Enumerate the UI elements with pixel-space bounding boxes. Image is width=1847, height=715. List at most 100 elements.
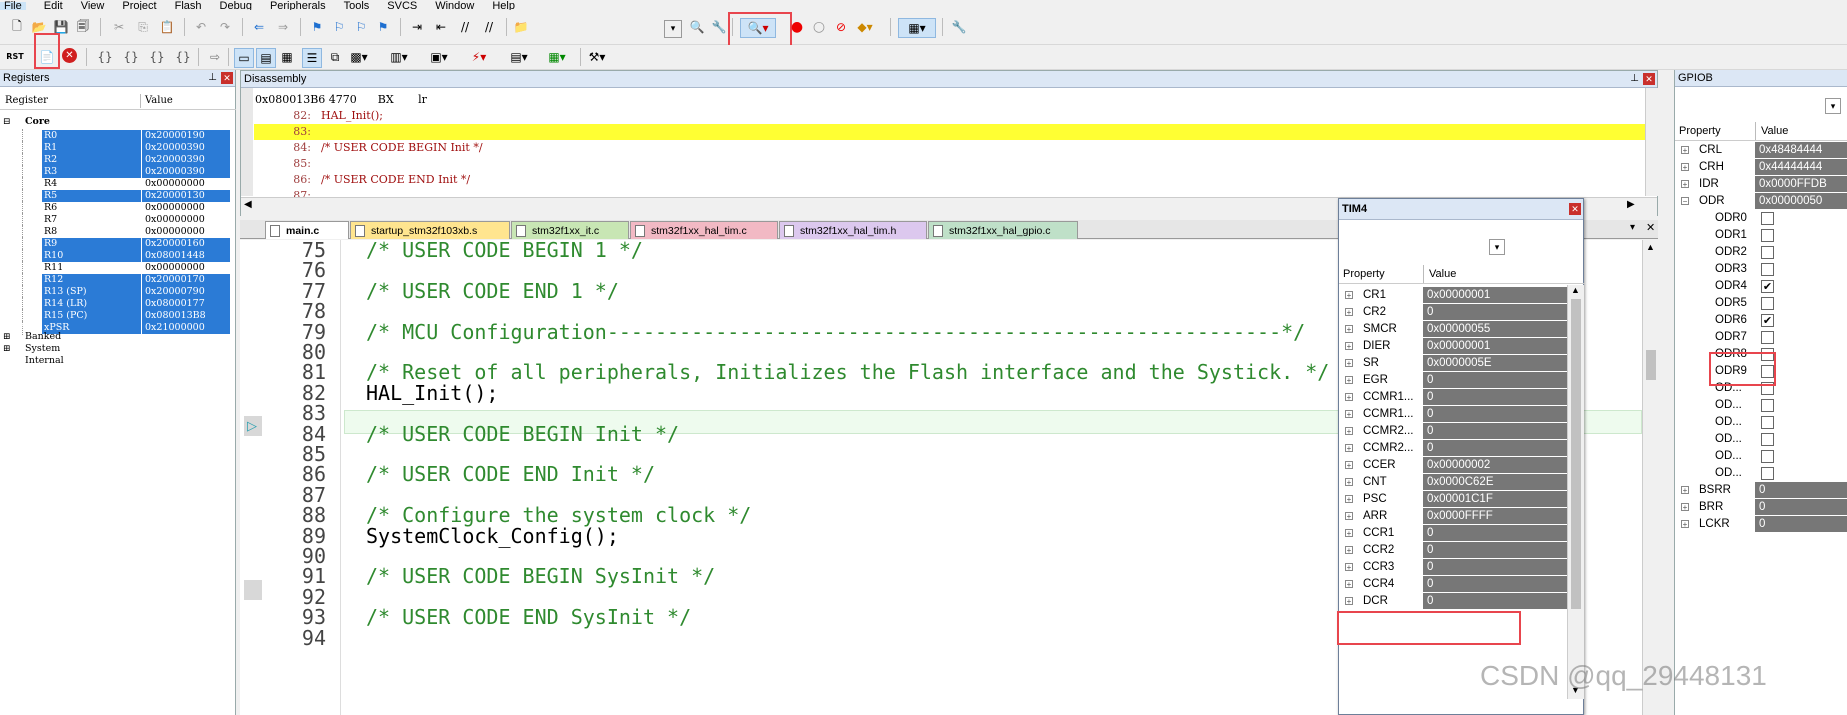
call-stack-icon[interactable]: ⧉	[326, 48, 344, 66]
gpiob-bit-row[interactable]: OD...	[1675, 397, 1847, 414]
unindent-icon[interactable]: ⇤	[432, 18, 450, 36]
copy-icon[interactable]: ⎘	[134, 18, 152, 36]
close-icon[interactable]: ✕	[1569, 203, 1581, 215]
menu-debug[interactable]: Debug	[220, 1, 252, 11]
menu-view[interactable]: View	[81, 1, 105, 11]
gpiob-row[interactable]: − ODR 0x00000050	[1675, 193, 1847, 210]
cut-icon[interactable]: ✂	[110, 18, 128, 36]
gpiob-bit-row[interactable]: ODR1	[1675, 227, 1847, 244]
show-next-statement-icon[interactable]: ⇨	[206, 48, 224, 66]
clear-bookmarks-icon[interactable]: ⚑	[374, 18, 392, 36]
collapse-icon[interactable]: ⊟	[3, 115, 11, 129]
property-value[interactable]: 0x48484444	[1755, 142, 1847, 158]
expand-icon[interactable]: +	[1345, 444, 1353, 453]
redo-icon[interactable]: ↷	[216, 18, 234, 36]
gpiob-bit-row[interactable]: OD...	[1675, 414, 1847, 431]
property-value[interactable]: 0	[1755, 499, 1847, 515]
tim4-vscroll[interactable]: ▲ ▼	[1567, 285, 1584, 699]
expand-icon[interactable]: +	[1345, 342, 1353, 351]
property-value[interactable]: 0	[1423, 406, 1567, 422]
tim4-row[interactable]: + CCR1 0	[1339, 525, 1567, 542]
watch-window-icon[interactable]: ▩▾	[350, 48, 368, 66]
gpiob-bit-row[interactable]: ODR0	[1675, 210, 1847, 227]
close-icon[interactable]: ✕	[1643, 73, 1655, 85]
tim4-row[interactable]: + PSC 0x00001C1F	[1339, 491, 1567, 508]
nav-forward-icon[interactable]: ⇒	[274, 18, 292, 36]
gpiob-row[interactable]: + BSRR 0	[1675, 482, 1847, 499]
expand-icon[interactable]: +	[1345, 427, 1353, 436]
menu-flash[interactable]: Flash	[175, 1, 202, 11]
step-over-icon[interactable]: {}	[122, 48, 140, 66]
editor-vscroll[interactable]: ▲	[1642, 240, 1659, 715]
expand-icon[interactable]: −	[1681, 197, 1689, 206]
menu-svcs[interactable]: SVCS	[387, 1, 417, 11]
bookmark-icon[interactable]: ⚑	[308, 18, 326, 36]
step-into-icon[interactable]: {}	[96, 48, 114, 66]
tim4-row[interactable]: + ARR 0x0000FFFF	[1339, 508, 1567, 525]
tab-it-c[interactable]: stm32f1xx_it.c	[511, 221, 629, 239]
gpiob-bit-row[interactable]: OD...	[1675, 448, 1847, 465]
disable-breakpoint-icon[interactable]: ○	[810, 18, 828, 36]
tim4-row[interactable]: + CCMR1... 0	[1339, 406, 1567, 423]
property-value[interactable]: 0	[1423, 559, 1567, 575]
bit-checkbox[interactable]	[1761, 331, 1774, 344]
gpiob-row[interactable]: + BRR 0	[1675, 499, 1847, 516]
scroll-right-icon[interactable]: ▶	[1627, 199, 1635, 210]
property-value[interactable]: 0	[1755, 516, 1847, 532]
stop-icon[interactable]: ✕	[62, 48, 77, 63]
bit-checkbox[interactable]	[1761, 229, 1774, 242]
memory-window-icon[interactable]: ▥▾	[390, 48, 408, 66]
find-in-files-icon[interactable]: 📁	[512, 18, 530, 36]
expand-icon[interactable]: +	[1345, 410, 1353, 419]
menu-help[interactable]: Help	[492, 1, 515, 11]
property-value[interactable]: 0x44444444	[1755, 159, 1847, 175]
property-value[interactable]: 0	[1423, 525, 1567, 541]
bit-checkbox[interactable]	[1761, 263, 1774, 276]
expand-icon[interactable]: +	[1345, 461, 1353, 470]
kill-breakpoints-icon[interactable]: ⊘	[832, 18, 850, 36]
dropdown-arrow-icon[interactable]: ▾	[1825, 98, 1841, 114]
reset-cpu-button[interactable]: RST	[6, 48, 24, 66]
bit-checkbox[interactable]	[1761, 416, 1774, 429]
bit-checkbox[interactable]	[1761, 450, 1774, 463]
tab-main-c[interactable]: main.c	[265, 221, 349, 239]
expand-icon[interactable]: +	[1681, 163, 1689, 172]
bit-checkbox[interactable]	[1761, 297, 1774, 310]
tim4-row[interactable]: + DIER 0x00000001	[1339, 338, 1567, 355]
tim4-row[interactable]: + EGR 0	[1339, 372, 1567, 389]
system-viewer-icon[interactable]: ▦▾	[548, 48, 566, 66]
expand-icon[interactable]: +	[1345, 512, 1353, 521]
expand-icon[interactable]: +	[1681, 146, 1689, 155]
trace-window-icon[interactable]: ▤▾	[510, 48, 528, 66]
registers-window-icon[interactable]: ☰	[302, 48, 322, 68]
close-icon[interactable]: ✕	[221, 72, 233, 84]
property-value[interactable]: 0	[1423, 304, 1567, 320]
property-value[interactable]: 0	[1423, 372, 1567, 388]
property-value[interactable]: 0x00000002	[1423, 457, 1567, 473]
expand-icon[interactable]: +	[1681, 503, 1689, 512]
breakpoint-options-icon[interactable]: ◆▾	[856, 18, 874, 36]
gpiob-row[interactable]: + CRH 0x44444444	[1675, 159, 1847, 176]
gpiob-row[interactable]: + IDR 0x0000FFDB	[1675, 176, 1847, 193]
property-value[interactable]: 0x00000001	[1423, 287, 1567, 303]
breakpoint-icon[interactable]: ●	[788, 18, 806, 36]
gpiob-bit-row[interactable]: ODR7	[1675, 329, 1847, 346]
property-value[interactable]: 0x0000FFDB	[1755, 176, 1847, 192]
tim4-row[interactable]: + CCR2 0	[1339, 542, 1567, 559]
gpiob-bit-row[interactable]: OD...	[1675, 431, 1847, 448]
paste-icon[interactable]: 📋	[158, 18, 176, 36]
expand-icon[interactable]: +	[1345, 580, 1353, 589]
expand-icon[interactable]: +	[1345, 546, 1353, 555]
scroll-thumb[interactable]	[1646, 350, 1656, 380]
tim4-row[interactable]: + CCMR2... 0	[1339, 423, 1567, 440]
property-value[interactable]: 0	[1423, 593, 1567, 609]
disassembly-line[interactable]: 82: HAL_Init();	[255, 108, 383, 124]
property-value[interactable]: 0	[1755, 482, 1847, 498]
menu-window[interactable]: Window	[435, 1, 474, 11]
serial-window-icon[interactable]: ▣▾	[430, 48, 448, 66]
expand-icon[interactable]: +	[1345, 597, 1353, 606]
command-window-icon[interactable]: ▭	[234, 48, 254, 68]
menu-edit[interactable]: Edit	[44, 1, 63, 11]
step-out-icon[interactable]: {}	[148, 48, 166, 66]
pin-icon[interactable]: ⊥	[208, 70, 217, 86]
